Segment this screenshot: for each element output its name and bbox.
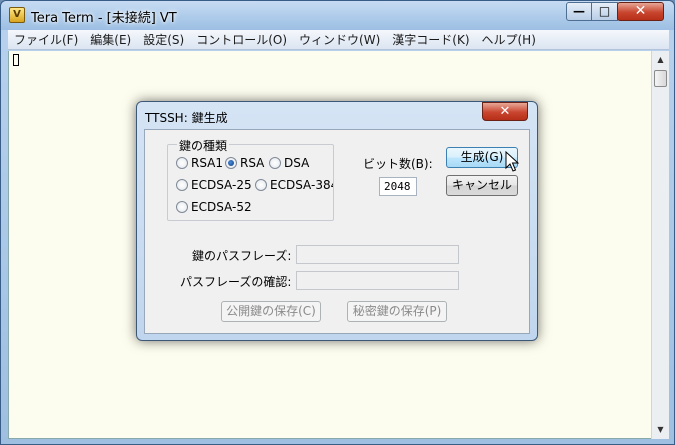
radio-ecdsa-256[interactable]: ECDSA-256 xyxy=(176,178,252,192)
radio-indicator-selected xyxy=(225,157,237,169)
menu-file[interactable]: ファイル(F) xyxy=(8,30,84,48)
radio-label: ECDSA-384 xyxy=(270,178,333,192)
bits-label: ビット数(B): xyxy=(363,157,433,171)
key-type-group-label: 鍵の種類 xyxy=(177,137,230,154)
key-generator-dialog: TTSSH: 鍵生成 ✕ 鍵の種類 RSA1 RSA DSA ECDSA-256… xyxy=(136,101,538,341)
radio-indicator xyxy=(255,179,267,191)
minimize-button[interactable]: — xyxy=(566,2,592,21)
close-button[interactable]: ✕ xyxy=(617,2,664,21)
radio-ecdsa-521[interactable]: ECDSA-521 xyxy=(176,200,252,214)
teraterm-app-icon[interactable]: V xyxy=(9,7,25,23)
menu-kanji-code[interactable]: 漢字コード(K) xyxy=(386,30,475,48)
confirm-passphrase-label: パスフレーズの確認: xyxy=(180,275,292,289)
confirm-passphrase-input[interactable] xyxy=(296,271,459,290)
radio-indicator xyxy=(176,157,188,169)
terminal-cursor xyxy=(13,54,19,66)
radio-label: DSA xyxy=(284,156,310,170)
passphrase-input[interactable] xyxy=(296,245,459,264)
title-bar[interactable]: V Tera Term - [未接続] VT — □ ✕ xyxy=(1,1,674,30)
window-title: Tera Term - [未接続] VT xyxy=(31,11,177,26)
radio-label: ECDSA-256 xyxy=(191,178,252,192)
menu-control[interactable]: コントロール(O) xyxy=(190,30,293,48)
dialog-title: TTSSH: 鍵生成 xyxy=(145,111,228,125)
dialog-client-area: 鍵の種類 RSA1 RSA DSA ECDSA-256 ECDSA-384 EC… xyxy=(144,129,530,334)
menu-help[interactable]: ヘルプ(H) xyxy=(476,30,542,48)
radio-rsa1[interactable]: RSA1 xyxy=(176,156,223,170)
radio-ecdsa-384[interactable]: ECDSA-384 xyxy=(255,178,333,192)
mouse-pointer-icon xyxy=(505,151,519,172)
save-private-key-button[interactable]: 秘密鍵の保存(P) xyxy=(347,301,447,322)
radio-indicator xyxy=(269,157,281,169)
scroll-up-icon[interactable]: ▲ xyxy=(654,53,667,67)
minimize-icon: — xyxy=(573,4,585,18)
radio-label: ECDSA-521 xyxy=(191,200,252,214)
radio-label: RSA xyxy=(240,156,265,170)
cancel-button[interactable]: キャンセル xyxy=(446,175,518,196)
maximize-button[interactable]: □ xyxy=(591,2,618,21)
scroll-down-icon[interactable]: ▼ xyxy=(654,423,667,437)
radio-dsa[interactable]: DSA xyxy=(269,156,309,170)
menu-setup[interactable]: 設定(S) xyxy=(137,30,190,48)
save-public-key-button[interactable]: 公開鍵の保存(C) xyxy=(221,301,321,322)
maximize-icon: □ xyxy=(598,4,611,18)
scrollbar-thumb[interactable] xyxy=(654,70,667,87)
radio-indicator xyxy=(176,179,188,191)
radio-indicator xyxy=(176,201,188,213)
passphrase-label: 鍵のパスフレーズ: xyxy=(192,249,292,263)
menu-window[interactable]: ウィンドウ(W) xyxy=(293,30,386,48)
close-icon: ✕ xyxy=(634,3,647,19)
radio-rsa[interactable]: RSA xyxy=(225,156,264,170)
menu-bar: ファイル(F) 編集(E) 設定(S) コントロール(O) ウィンドウ(W) 漢字コード(… xyxy=(8,30,669,50)
radio-label: RSA1 xyxy=(191,156,224,170)
vertical-scrollbar[interactable]: ▲ ▼ xyxy=(651,51,669,439)
close-icon: ✕ xyxy=(499,104,511,119)
bits-input[interactable]: 2048 xyxy=(379,177,417,196)
key-type-group: 鍵の種類 RSA1 RSA DSA ECDSA-256 ECDSA-384 EC… xyxy=(167,137,334,221)
menu-edit[interactable]: 編集(E) xyxy=(84,30,137,48)
dialog-close-button[interactable]: ✕ xyxy=(482,102,528,121)
